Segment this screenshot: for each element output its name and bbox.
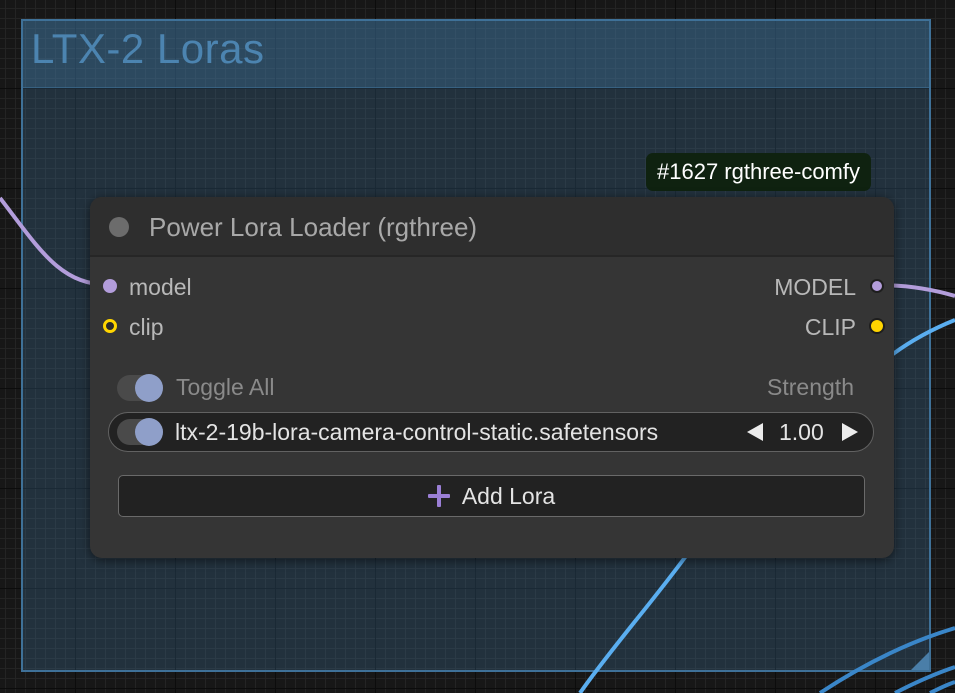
collapse-dot-icon[interactable] <box>109 217 129 237</box>
toggle-all-switch[interactable] <box>117 374 163 402</box>
add-lora-label: Add Lora <box>461 482 556 509</box>
group-header[interactable]: LTX-2 Loras <box>23 21 929 88</box>
add-lora-button[interactable]: Add Lora <box>118 475 865 517</box>
node-header[interactable]: Power Lora Loader (rgthree) <box>90 197 894 257</box>
strength-decrease-arrow-icon[interactable] <box>747 423 763 441</box>
plus-icon <box>427 485 450 507</box>
clip-input-dot[interactable] <box>103 319 117 333</box>
power-lora-loader-node[interactable]: Power Lora Loader (rgthree) model clip M… <box>90 197 894 558</box>
clip-input-label: clip <box>129 314 164 340</box>
lora-name[interactable]: ltx-2-19b-lora-camera-control-static.saf… <box>175 419 658 446</box>
model-input-label: model <box>129 274 192 300</box>
strength-value[interactable]: 1.00 <box>779 419 824 446</box>
lora-enable-switch[interactable] <box>117 418 163 446</box>
add-lora-content: Add Lora <box>119 476 864 516</box>
strength-increase-arrow-icon[interactable] <box>842 423 858 441</box>
node-title: Power Lora Loader (rgthree) <box>149 212 478 242</box>
lora-switch-knob <box>135 418 163 446</box>
model-input-dot[interactable] <box>103 279 117 293</box>
blue-wire-c <box>929 680 955 693</box>
clip-output-dot[interactable] <box>869 318 885 334</box>
toggle-all-label: Toggle All <box>176 374 275 400</box>
clip-output-label: CLIP <box>804 314 856 340</box>
lora-row[interactable]: ltx-2-19b-lora-camera-control-static.saf… <box>108 412 874 452</box>
group-title: LTX-2 Loras <box>31 25 265 72</box>
toggle-all-knob <box>135 374 163 402</box>
graph-canvas[interactable]: LTX-2 Loras #1627 rgthree-comfy Power Lo… <box>0 0 955 693</box>
strength-header: Strength <box>767 374 854 400</box>
group-resize-handle[interactable] <box>911 652 929 670</box>
model-output-label: MODEL <box>774 274 856 300</box>
node-badge: #1627 rgthree-comfy <box>646 153 871 191</box>
model-output-dot[interactable] <box>870 279 884 293</box>
